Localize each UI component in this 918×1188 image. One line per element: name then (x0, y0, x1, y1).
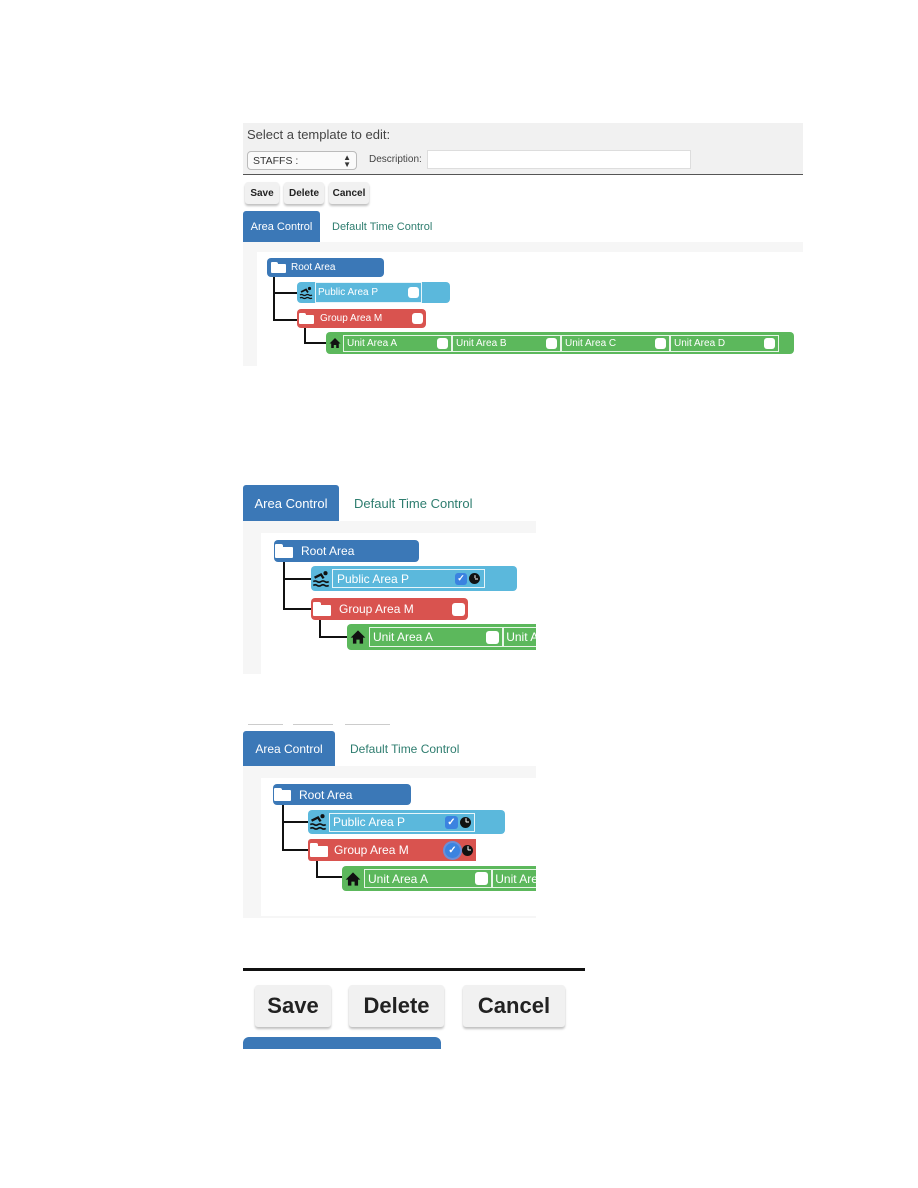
tab-default-time-control[interactable]: Default Time Control (335, 731, 459, 766)
clock-icon[interactable] (469, 573, 480, 584)
tree-node-public[interactable]: Public Area P ✓ (308, 810, 505, 834)
template-title: Select a template to edit: (247, 127, 391, 142)
public-area-box: Public Area P (315, 282, 422, 303)
unit-label: Unit A (506, 630, 536, 644)
tabs-example-3: Area Control Default Time Control (243, 731, 459, 766)
tree-node-root[interactable]: Root Area (274, 540, 419, 562)
unit-label: Unit Area A (347, 337, 398, 349)
node-label: Group Area M (320, 313, 383, 324)
template-header: Select a template to edit: STAFFS : ▲ ▼ D… (243, 123, 803, 175)
folder-icon (313, 602, 331, 616)
unit-area-c[interactable]: Unit Area C (561, 334, 670, 352)
node-label: Public Area P (333, 815, 406, 829)
tree-node-root[interactable]: Root Area (273, 784, 411, 805)
cancel-button[interactable]: Cancel (463, 985, 565, 1027)
unit-area-checkbox[interactable] (475, 872, 489, 885)
description-input[interactable] (427, 150, 691, 169)
unit-area-d[interactable]: Unit Area D (670, 334, 779, 352)
tree-node-public[interactable]: Public Area P (297, 282, 450, 303)
swimming-icon (312, 570, 330, 588)
template-select-value: STAFFS : (253, 154, 299, 167)
folder-icon (310, 843, 328, 857)
tabs-example-2: Area Control Default Time Control (243, 485, 473, 521)
unit-label: Unit Area C (565, 337, 617, 349)
tree-node-public[interactable]: Public Area P ✓ (311, 566, 517, 591)
unit-area-b[interactable]: Unit Are (492, 869, 536, 888)
unit-area-a[interactable]: Unit Area A (343, 334, 452, 352)
home-icon (345, 871, 361, 887)
select-arrows-icon: ▲ ▼ (343, 152, 351, 169)
unit-area-checkbox[interactable] (437, 337, 448, 349)
save-button[interactable]: Save (255, 985, 331, 1027)
node-label: Group Area M (334, 843, 409, 857)
group-area-checkbox[interactable]: ✓ (445, 842, 460, 858)
tab-area-control[interactable]: Area Control (243, 211, 320, 242)
clock-icon[interactable] (460, 816, 471, 828)
tab-default-time-control[interactable]: Default Time Control (339, 485, 473, 521)
unit-area-checkbox[interactable] (655, 337, 666, 349)
unit-label: Unit Area A (368, 871, 429, 886)
unit-label: Unit Area D (674, 337, 726, 349)
folder-icon (274, 787, 291, 802)
public-area-checkbox[interactable]: ✓ (455, 572, 467, 585)
divider (243, 968, 585, 971)
home-icon (329, 337, 341, 349)
swimming-icon (309, 813, 327, 831)
tree-node-units: Unit Area A Unit Are (342, 866, 536, 891)
save-button[interactable]: Save (245, 182, 279, 204)
tab-area-control[interactable]: Area Control (243, 485, 339, 521)
node-label: Root Area (299, 787, 353, 802)
tree-node-units: Unit Area A Unit A (347, 624, 536, 650)
tab-default-time-control[interactable]: Default Time Control (320, 211, 432, 242)
clock-icon[interactable] (462, 844, 473, 856)
tabs: Area Control Default Time Control (243, 211, 432, 242)
unit-area-checkbox[interactable] (486, 630, 500, 644)
cancel-button[interactable]: Cancel (329, 182, 369, 204)
unit-area-b[interactable]: Unit Area B (452, 334, 561, 352)
unit-area-a[interactable]: Unit Area A (364, 869, 493, 888)
delete-button[interactable]: Delete (349, 985, 444, 1027)
delete-button[interactable]: Delete (284, 182, 324, 204)
public-area-box: Public Area P ✓ (329, 812, 475, 832)
unit-label: Unit Area B (456, 337, 507, 349)
node-label: Root Area (291, 262, 336, 273)
swimming-icon (299, 286, 313, 300)
node-label: Public Area P (337, 571, 410, 586)
tree-node-units: Unit Area A Unit Area B Unit Area C Unit… (326, 332, 794, 354)
template-select[interactable]: STAFFS : ▲ ▼ (247, 151, 357, 170)
unit-area-b[interactable]: Unit A (503, 627, 536, 647)
unit-area-a[interactable]: Unit Area A (369, 627, 504, 647)
folder-icon (275, 544, 293, 558)
public-area-checkbox[interactable] (408, 287, 419, 298)
tab-area-control-partial[interactable] (243, 1037, 441, 1049)
node-label: Group Area M (339, 602, 414, 616)
folder-icon (271, 261, 286, 274)
tab-area-control[interactable]: Area Control (243, 731, 335, 766)
public-area-checkbox[interactable]: ✓ (445, 815, 458, 829)
tree-node-root[interactable]: Root Area (267, 258, 384, 277)
group-area-checkbox[interactable] (412, 313, 423, 324)
public-area-box: Public Area P ✓ (332, 569, 485, 588)
tree-node-group[interactable]: Group Area M ✓ (308, 839, 476, 861)
group-area-checkbox[interactable] (452, 602, 465, 616)
unit-label: Unit Area A (373, 630, 434, 644)
tree-node-group[interactable]: Group Area M (297, 309, 426, 328)
node-label: Root Area (301, 544, 355, 558)
unit-area-checkbox[interactable] (546, 337, 557, 349)
unit-label: Unit Are (495, 871, 536, 886)
node-label: Public Area P (318, 287, 379, 298)
tree-node-group[interactable]: Group Area M (311, 598, 468, 620)
folder-icon (299, 312, 314, 325)
home-icon (350, 629, 366, 645)
unit-area-checkbox[interactable] (764, 337, 775, 349)
description-label: Description: (369, 154, 422, 165)
